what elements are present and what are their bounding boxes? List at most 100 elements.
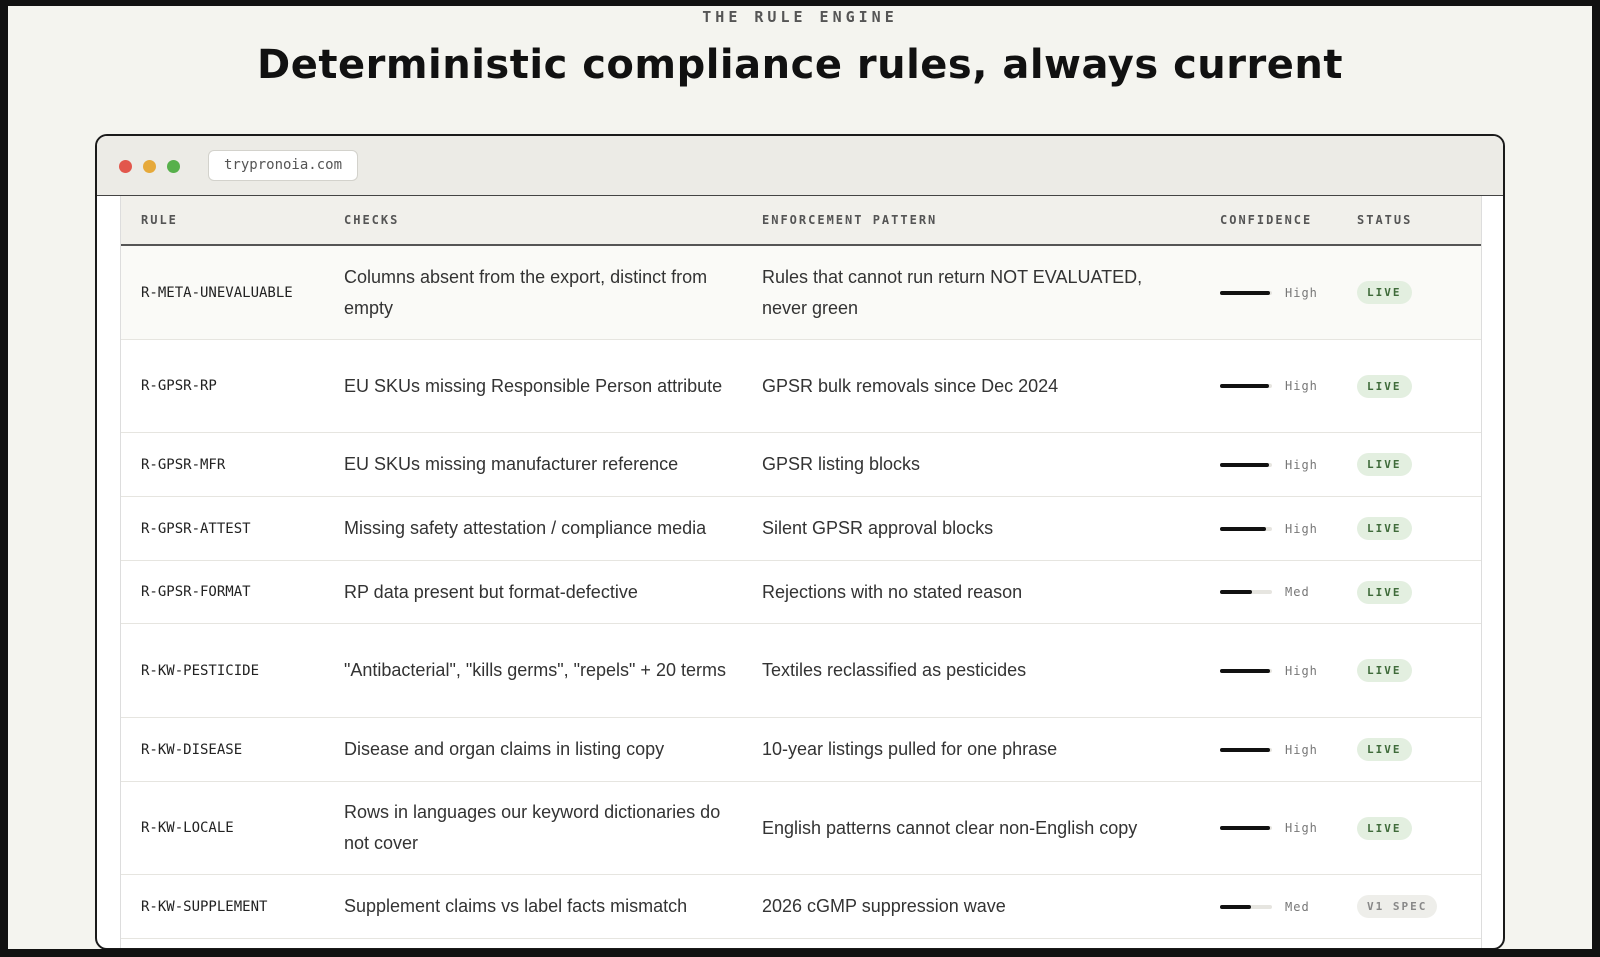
checks-text: EU SKUs missing Responsible Person attri… <box>344 375 723 396</box>
rule-id: R-KW-DISEASE <box>141 741 243 758</box>
status-badge: LIVE <box>1357 374 1412 398</box>
status-badge: LIVE <box>1357 281 1412 304</box>
rule-enforcement: Silent GPSR approval blocks <box>762 497 1192 560</box>
rule-checks: Supplement claims vs label facts mismatc… <box>344 875 744 938</box>
confidence-bar-fill <box>1220 384 1269 388</box>
rule-checks: Columns absent from the export, distinct… <box>344 246 744 339</box>
rule-checks: Disease and organ claims in listing copy <box>344 718 744 781</box>
frame-top <box>0 0 1600 6</box>
checks-text: EU SKUs missing manufacturer reference <box>344 454 679 474</box>
rule-id: R-GPSR-MFR <box>141 456 226 473</box>
status-cell: LIVE <box>1357 561 1477 623</box>
confidence-bar <box>1220 904 1272 909</box>
confidence-bar-fill <box>1220 290 1270 295</box>
rule-enforcement: GPSR bulk removals since Dec 2024 <box>762 340 1192 432</box>
confidence-bar <box>1220 462 1272 467</box>
confidence-bar <box>1220 290 1272 295</box>
table-row: R-GPSR-FORMAT RP data present but format-… <box>121 561 1481 624</box>
status-cell: LIVE <box>1357 782 1477 874</box>
confidence-label: High <box>1285 742 1318 757</box>
enforcement-text: 10-year listings pulled for one phrase <box>762 739 1058 759</box>
rule-enforcement: 2026 cGMP suppression wave <box>762 875 1192 938</box>
confidence-bar-fill <box>1220 668 1270 673</box>
confidence-label: High <box>1285 663 1318 678</box>
confidence-bar-fill <box>1220 904 1251 909</box>
checks-text: Supplement claims vs label facts mismatc… <box>344 896 688 916</box>
rule-enforcement: Textiles reclassified as pesticides <box>762 624 1192 717</box>
confidence-label: Med <box>1285 899 1310 914</box>
status-cell: LIVE <box>1357 340 1477 432</box>
browser-chrome: trypronoia.com <box>97 136 1503 196</box>
table-header: RULE CHECKS ENFORCEMENT PATTERN CONFIDEN… <box>121 196 1481 246</box>
status-cell: LIVE <box>1357 497 1477 560</box>
confidence-cell: High <box>1220 782 1350 874</box>
status-cell: LIVE <box>1357 624 1477 717</box>
checks-text: "Antibacterial", "kills germs", "repels"… <box>344 660 726 680</box>
table-body: R-META-UNEVALUABLE Columns absent from th… <box>121 246 1481 939</box>
table-row: R-GPSR-MFR EU SKUs missing manufacturer r… <box>121 433 1481 497</box>
confidence-bar <box>1220 747 1272 752</box>
section-eyebrow: THE RULE ENGINE <box>702 8 898 26</box>
status-badge: LIVE <box>1357 659 1412 682</box>
rule-enforcement: English patterns cannot clear non-Englis… <box>762 782 1192 874</box>
enforcement-text: Silent GPSR approval blocks <box>762 518 994 538</box>
table-row: R-KW-DISEASE Disease and organ claims in … <box>121 718 1481 782</box>
confidence-bar <box>1220 384 1272 388</box>
confidence-label: Med <box>1285 585 1310 599</box>
close-window-dot-icon[interactable] <box>119 160 132 173</box>
confidence-cell: Med <box>1220 875 1350 938</box>
header-rule: RULE <box>141 213 178 227</box>
rules-table: RULE CHECKS ENFORCEMENT PATTERN CONFIDEN… <box>120 196 1482 948</box>
rule-id: R-GPSR-ATTEST <box>141 520 251 537</box>
confidence-cell: High <box>1220 718 1350 781</box>
rule-id: R-KW-PESTICIDE <box>141 662 260 679</box>
rule-id: R-META-UNEVALUABLE <box>141 284 293 301</box>
header-checks: CHECKS <box>344 213 400 227</box>
confidence-label: High <box>1285 521 1318 536</box>
checks-text: Disease and organ claims in listing copy <box>344 739 665 759</box>
rule-enforcement: Rules that cannot run return NOT EVALUAT… <box>762 246 1192 339</box>
enforcement-text: English patterns cannot clear non-Englis… <box>762 817 1138 838</box>
checks-text: Missing safety attestation / compliance … <box>344 518 707 538</box>
table-row: R-KW-LOCALE Rows in languages our keyword… <box>121 782 1481 875</box>
checks-text: RP data present but format-defective <box>344 581 638 602</box>
rule-checks: RP data present but format-defective <box>344 561 744 623</box>
status-cell: LIVE <box>1357 433 1477 496</box>
minimize-window-dot-icon[interactable] <box>143 160 156 173</box>
status-cell: LIVE <box>1357 718 1477 781</box>
rule-id: R-KW-SUPPLEMENT <box>141 898 268 915</box>
rule-id: R-KW-LOCALE <box>141 820 234 836</box>
enforcement-text: Rejections with no stated reason <box>762 581 1023 602</box>
enforcement-text: Rules that cannot run return NOT EVALUAT… <box>762 266 1143 318</box>
confidence-cell: High <box>1220 497 1350 560</box>
confidence-bar-fill <box>1220 826 1270 830</box>
confidence-bar-fill <box>1220 590 1252 594</box>
checks-text: Columns absent from the export, distinct… <box>344 266 708 318</box>
confidence-cell: High <box>1220 433 1350 496</box>
confidence-bar <box>1220 590 1272 594</box>
header-confidence: CONFIDENCE <box>1220 213 1313 227</box>
confidence-bar-fill <box>1220 747 1270 752</box>
frame-right <box>1592 0 1600 957</box>
address-bar[interactable]: trypronoia.com <box>208 150 359 181</box>
table-row: R-KW-PESTICIDE "Antibacterial", "kills ge… <box>121 624 1481 718</box>
maximize-window-dot-icon[interactable] <box>167 160 180 173</box>
browser-window: trypronoia.com RULE CHECKS ENFORCEMENT P… <box>95 134 1505 950</box>
enforcement-text: 2026 cGMP suppression wave <box>762 896 1006 916</box>
rule-checks: EU SKUs missing Responsible Person attri… <box>344 340 744 432</box>
rule-checks: Rows in languages our keyword dictionari… <box>344 782 744 874</box>
rule-id: R-GPSR-RP <box>141 378 217 394</box>
frame-left <box>0 0 8 957</box>
enforcement-text: GPSR listing blocks <box>762 454 921 474</box>
confidence-bar <box>1220 826 1272 830</box>
status-cell: V1 SPEC <box>1357 875 1477 938</box>
confidence-label: High <box>1285 379 1318 393</box>
table-row: R-META-UNEVALUABLE Columns absent from th… <box>121 246 1481 340</box>
confidence-cell: High <box>1220 246 1350 339</box>
rule-enforcement: GPSR listing blocks <box>762 433 1192 496</box>
table-row: R-GPSR-ATTEST Missing safety attestation … <box>121 497 1481 561</box>
confidence-bar <box>1220 668 1272 673</box>
status-cell: LIVE <box>1357 246 1477 339</box>
confidence-label: High <box>1285 285 1318 300</box>
rule-checks: "Antibacterial", "kills germs", "repels"… <box>344 624 744 717</box>
